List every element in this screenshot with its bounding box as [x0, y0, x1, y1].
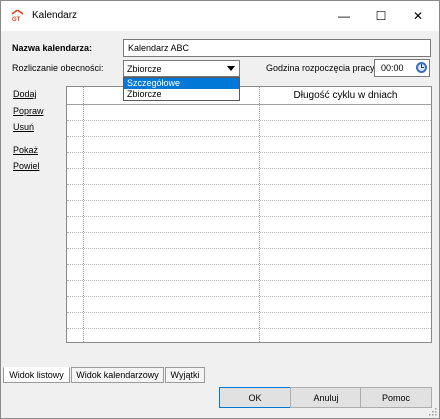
app-logo-icon: GT — [11, 10, 24, 22]
cancel-button[interactable]: Anuluj — [290, 387, 362, 408]
delete-link[interactable]: Usuń — [13, 122, 34, 132]
attendance-select[interactable]: Zbiorcze — [123, 60, 240, 77]
calendar-name-field[interactable]: Kalendarz ABC — [123, 39, 431, 57]
minimize-button[interactable]: — — [325, 1, 363, 31]
ok-button[interactable]: OK — [219, 387, 291, 408]
title-bar: GT Kalendarz — ☐ ✕ — [1, 1, 439, 31]
start-time-value: 00:00 — [381, 63, 404, 73]
tab-exceptions[interactable]: Wyjątki — [165, 367, 205, 383]
add-link[interactable]: Dodaj — [13, 89, 37, 99]
chevron-down-icon[interactable] — [227, 66, 235, 71]
maximize-button[interactable]: ☐ — [362, 1, 400, 31]
option-detailed[interactable]: Szczegółowe — [124, 78, 239, 89]
tab-calendar-view[interactable]: Widok kalendarzowy — [71, 367, 164, 383]
edit-link[interactable]: Popraw — [13, 106, 44, 116]
calendar-dialog: GT Kalendarz — ☐ ✕ Nazwa kalendarza: Kal… — [0, 0, 440, 419]
attendance-dropdown-list: Szczegółowe Zbiorcze — [123, 77, 240, 101]
dialog-body: Nazwa kalendarza: Kalendarz ABC Rozlicza… — [1, 31, 439, 418]
attendance-selected-value: Zbiorcze — [127, 63, 162, 74]
repeat-link[interactable]: Powiel — [13, 161, 40, 171]
cycle-grid[interactable]: Długość cyklu w dniach — [66, 86, 432, 343]
tab-list-view[interactable]: Widok listowy — [3, 367, 70, 383]
cycle-length-column-header[interactable]: Długość cyklu w dniach — [260, 90, 431, 101]
attendance-label: Rozliczanie obecności: — [12, 63, 104, 73]
option-aggregate[interactable]: Zbiorcze — [124, 89, 239, 100]
svg-text:GT: GT — [12, 17, 21, 22]
show-link[interactable]: Pokaż — [13, 145, 38, 155]
clock-icon[interactable] — [416, 62, 427, 73]
grid-header: Długość cyklu w dniach — [67, 87, 431, 105]
start-time-label: Godzina rozpoczęcia pracy: — [266, 63, 378, 73]
start-time-field[interactable]: 00:00 — [374, 59, 430, 77]
resize-grip-icon[interactable] — [427, 406, 437, 416]
window-title: Kalendarz — [32, 10, 78, 21]
calendar-name-label: Nazwa kalendarza: — [12, 43, 93, 53]
close-button[interactable]: ✕ — [399, 1, 437, 31]
help-button[interactable]: Pomoc — [360, 387, 432, 408]
